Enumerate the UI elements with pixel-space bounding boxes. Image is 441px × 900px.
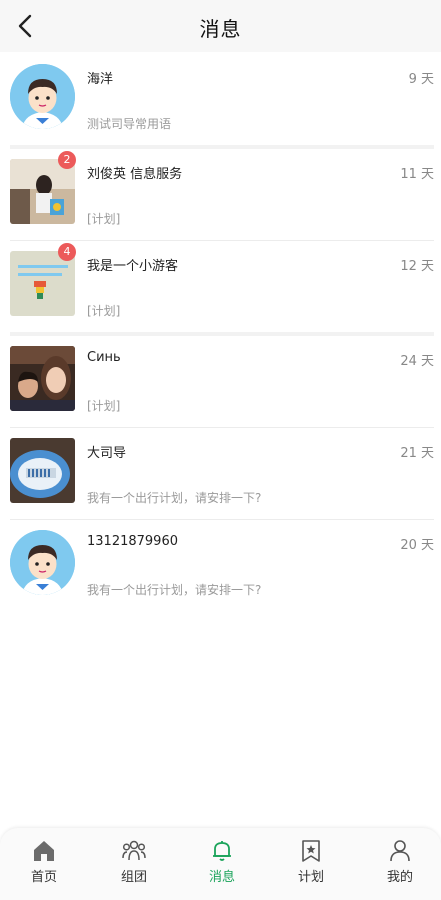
message-item[interactable]: 2 刘俊英 信息服务 11 天 [计划]: [10, 149, 434, 241]
group-icon: [122, 840, 146, 861]
bell-icon: [213, 841, 231, 861]
message-time: 21 天: [400, 446, 434, 461]
page-title: 消息: [199, 17, 242, 41]
message-time: 11 天: [400, 167, 434, 182]
tab-label: 首页: [30, 870, 57, 885]
message-item[interactable]: 大司导 21 天 我有一个出行计划，请安排一下?: [10, 428, 434, 520]
contact-name: 海洋: [87, 72, 114, 87]
tab-plan[interactable]: 计划: [281, 838, 341, 894]
message-preview: 我有一个出行计划，请安排一下?: [87, 491, 262, 505]
message-time: 9 天: [408, 72, 434, 87]
tab-label: 组团: [120, 870, 147, 885]
tab-home[interactable]: 首页: [14, 838, 74, 894]
contact-name: 我是一个小游客: [87, 259, 179, 274]
unread-badge: 2: [58, 151, 76, 169]
unread-badge: 4: [58, 243, 76, 261]
tab-label: 计划: [297, 870, 324, 885]
avatar: [10, 530, 75, 595]
message-preview: 测试司导常用语: [87, 117, 172, 131]
message-item[interactable]: 海洋 9 天 测试司导常用语: [10, 54, 434, 149]
tab-messages[interactable]: 消息: [192, 838, 252, 894]
message-item[interactable]: 13121879960 20 天 我有一个出行计划，请安排一下?: [10, 520, 434, 611]
message-preview: 我有一个出行计划，请安排一下?: [87, 583, 262, 597]
bookmark-star-icon: [302, 840, 320, 862]
message-preview: [计划]: [87, 212, 121, 226]
message-preview: [计划]: [87, 399, 121, 413]
top-bar: 消息: [0, 0, 441, 52]
contact-name: 刘俊英 信息服务: [87, 167, 183, 182]
home-icon: [34, 841, 54, 861]
message-list: 海洋 9 天 测试司导常用语 2 刘俊英 信息服务 11 天 [计划] 4 我是…: [0, 54, 441, 611]
avatar: [10, 346, 75, 411]
avatar: [10, 64, 75, 129]
tab-group[interactable]: 组团: [104, 838, 164, 894]
tab-label: 我的: [386, 870, 413, 885]
message-item[interactable]: Синь 24 天 [计划]: [10, 336, 434, 428]
message-time: 20 天: [400, 538, 434, 553]
tab-label: 消息: [208, 870, 235, 885]
contact-name: Синь: [87, 350, 121, 365]
message-preview: [计划]: [87, 304, 121, 318]
message-item[interactable]: 4 我是一个小游客 12 天 [计划]: [10, 241, 434, 336]
tab-me[interactable]: 我的: [370, 838, 430, 894]
message-time: 12 天: [400, 259, 434, 274]
avatar: [10, 438, 75, 503]
contact-name: 大司导: [87, 446, 127, 461]
bottom-tab-bar: 首页 组团 消息 计划 我的: [0, 828, 441, 900]
contact-name: 13121879960: [87, 534, 178, 549]
user-icon: [390, 840, 410, 862]
message-time: 24 天: [400, 354, 434, 369]
